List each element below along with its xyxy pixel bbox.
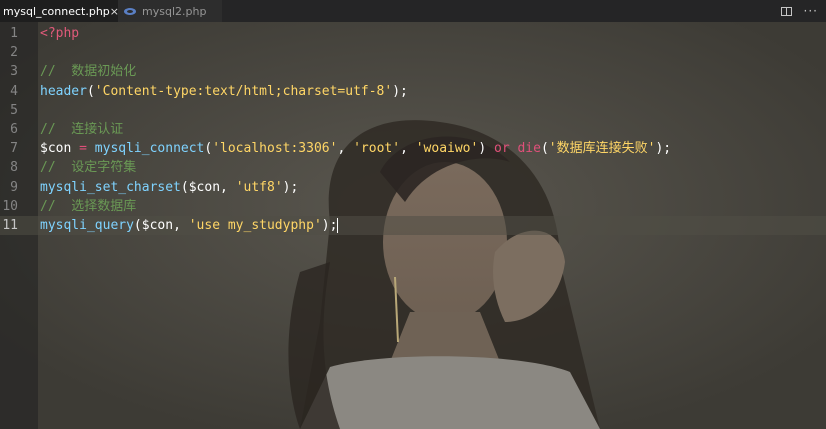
tab-bar: mysql_connect.php × mysql2.php ··· [0, 0, 826, 22]
code-token: ); [282, 179, 299, 195]
line-number: 3 [10, 64, 18, 80]
code-token: = [79, 141, 87, 157]
code-token: ); [392, 83, 408, 99]
code-line[interactable]: 10 // 选择数据库 [0, 197, 826, 216]
code-token: die [517, 141, 541, 157]
code-token: 'use my_studyphp' [188, 217, 322, 233]
tab-label: mysql2.php [142, 4, 207, 18]
code-line[interactable]: 4 header('Content-type:text/html;charset=… [0, 82, 826, 101]
code-token: // 连接认证 [40, 121, 124, 137]
code-token: // 选择数据库 [40, 198, 137, 214]
code-token: or [494, 141, 510, 157]
code-token: 'woaiwo' [415, 141, 479, 157]
code-token: ) [478, 141, 494, 157]
code-token: // 设定字符集 [40, 160, 137, 176]
code-text: // 选择数据库 [40, 197, 136, 216]
code-token: ); [655, 141, 672, 157]
text-cursor [337, 217, 339, 233]
php-file-icon [124, 7, 136, 15]
code-token: $con [40, 141, 72, 157]
code-line[interactable]: 11 mysqli_query($con, 'use my_studyphp'); [0, 215, 826, 236]
code-token: , [220, 179, 236, 195]
code-token: ( [86, 83, 95, 99]
line-number: 2 [10, 45, 18, 61]
code-token: ); [321, 217, 338, 233]
code-lines: 1 <?php 2 3// 数据初始化 4 header('Content-type:te… [0, 24, 826, 236]
code-token: , [337, 141, 354, 157]
tab-mysql2[interactable]: mysql2.php [118, 0, 222, 22]
code-text: // 设定字符集 [40, 158, 136, 177]
code-token: ( [133, 217, 142, 233]
code-token: ( [180, 179, 189, 195]
code-token: header [40, 83, 87, 99]
code-token: <?php [40, 26, 80, 41]
code-token: mysqli_set_charset [40, 179, 181, 195]
editor-actions: ··· [780, 0, 818, 22]
code-token: '数据库连接失败' [548, 141, 656, 157]
tab-mysql-connect[interactable]: mysql_connect.php × [0, 0, 119, 22]
code-text: $con = mysqli_connect('localhost:3306', … [40, 139, 671, 158]
code-text: // 连接认证 [40, 120, 123, 139]
code-token: , [400, 141, 416, 157]
code-token: 'localhost:3306' [212, 141, 338, 157]
line-number: 10 [2, 198, 18, 214]
code-token: ( [540, 141, 549, 157]
code-line[interactable]: 9 mysqli_set_charset($con, 'utf8'); [0, 178, 826, 197]
code-text: mysqli_query($con, 'use my_studyphp'); [40, 216, 339, 235]
code-line[interactable]: 6 // 连接认证 [0, 120, 826, 139]
code-token: // 数据初始化 [40, 64, 137, 80]
code-editor[interactable]: 1 <?php 2 3// 数据初始化 4 header('Content-type:te… [0, 22, 826, 429]
line-number: 6 [10, 121, 18, 137]
code-text: <?php [40, 24, 79, 43]
code-token: $con [188, 179, 221, 195]
line-number: 7 [10, 141, 18, 157]
code-line[interactable]: 1 <?php [0, 24, 826, 43]
code-token: 'Content-type:text/html;charset=utf-8' [94, 83, 393, 99]
code-line[interactable]: 8 // 设定字符集 [0, 158, 826, 177]
code-token: , [173, 217, 189, 233]
code-text: header('Content-type:text/html;charset=u… [40, 82, 408, 101]
line-number: 9 [10, 179, 18, 195]
line-number: 1 [10, 26, 18, 41]
code-token: 'utf8' [235, 179, 283, 195]
tab-label: mysql_connect.php [3, 4, 110, 18]
line-number: 5 [10, 102, 18, 118]
code-line[interactable]: 5 [0, 101, 826, 120]
code-token: mysqli_connect [94, 141, 205, 157]
code-text: // 数据初始化 [40, 62, 136, 81]
line-number: 11 [2, 217, 18, 233]
code-token: $con [141, 217, 174, 233]
code-token: 'root' [353, 141, 401, 157]
code-line[interactable]: 3 // 数据初始化 [0, 62, 826, 81]
code-line[interactable]: 7 $con = mysqli_connect ( 'localhost:3306',… [0, 139, 826, 158]
code-token: mysqli_query [40, 217, 134, 233]
code-text: mysqli_set_charset($con, 'utf8'); [40, 178, 298, 197]
line-number: 4 [10, 83, 18, 99]
code-line[interactable]: 2 [0, 43, 826, 62]
more-actions-icon[interactable]: ··· [804, 5, 818, 17]
line-number: 8 [10, 160, 18, 176]
split-editor-icon[interactable] [780, 6, 792, 16]
